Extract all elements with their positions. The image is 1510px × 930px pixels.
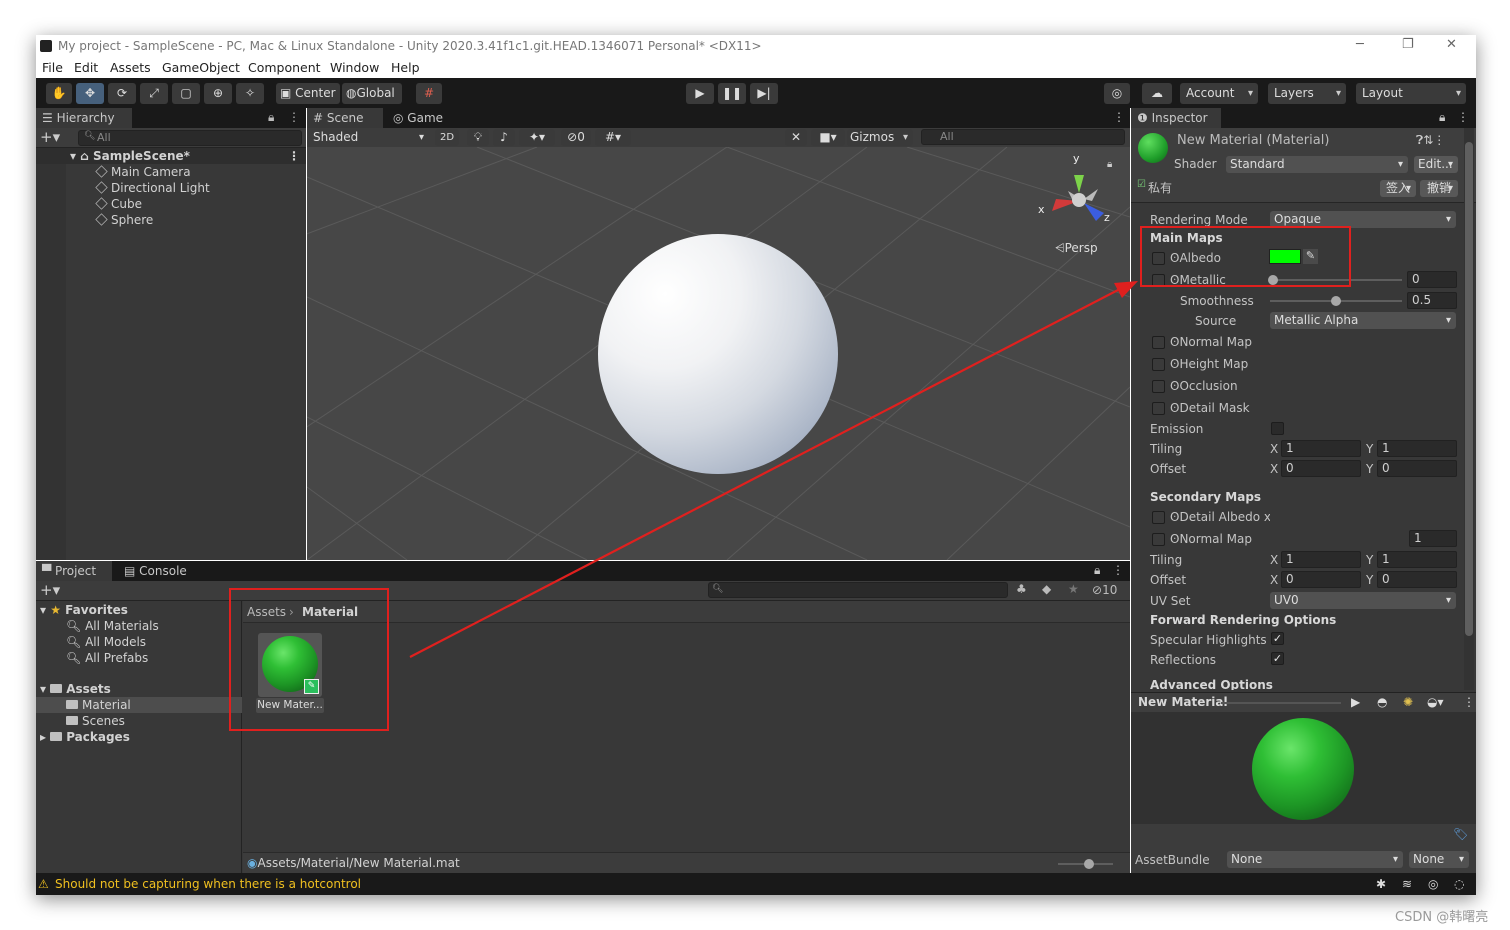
annotation-arrow [409,281,1138,658]
watermark: CSDN @韩曙亮 [1395,910,1489,925]
